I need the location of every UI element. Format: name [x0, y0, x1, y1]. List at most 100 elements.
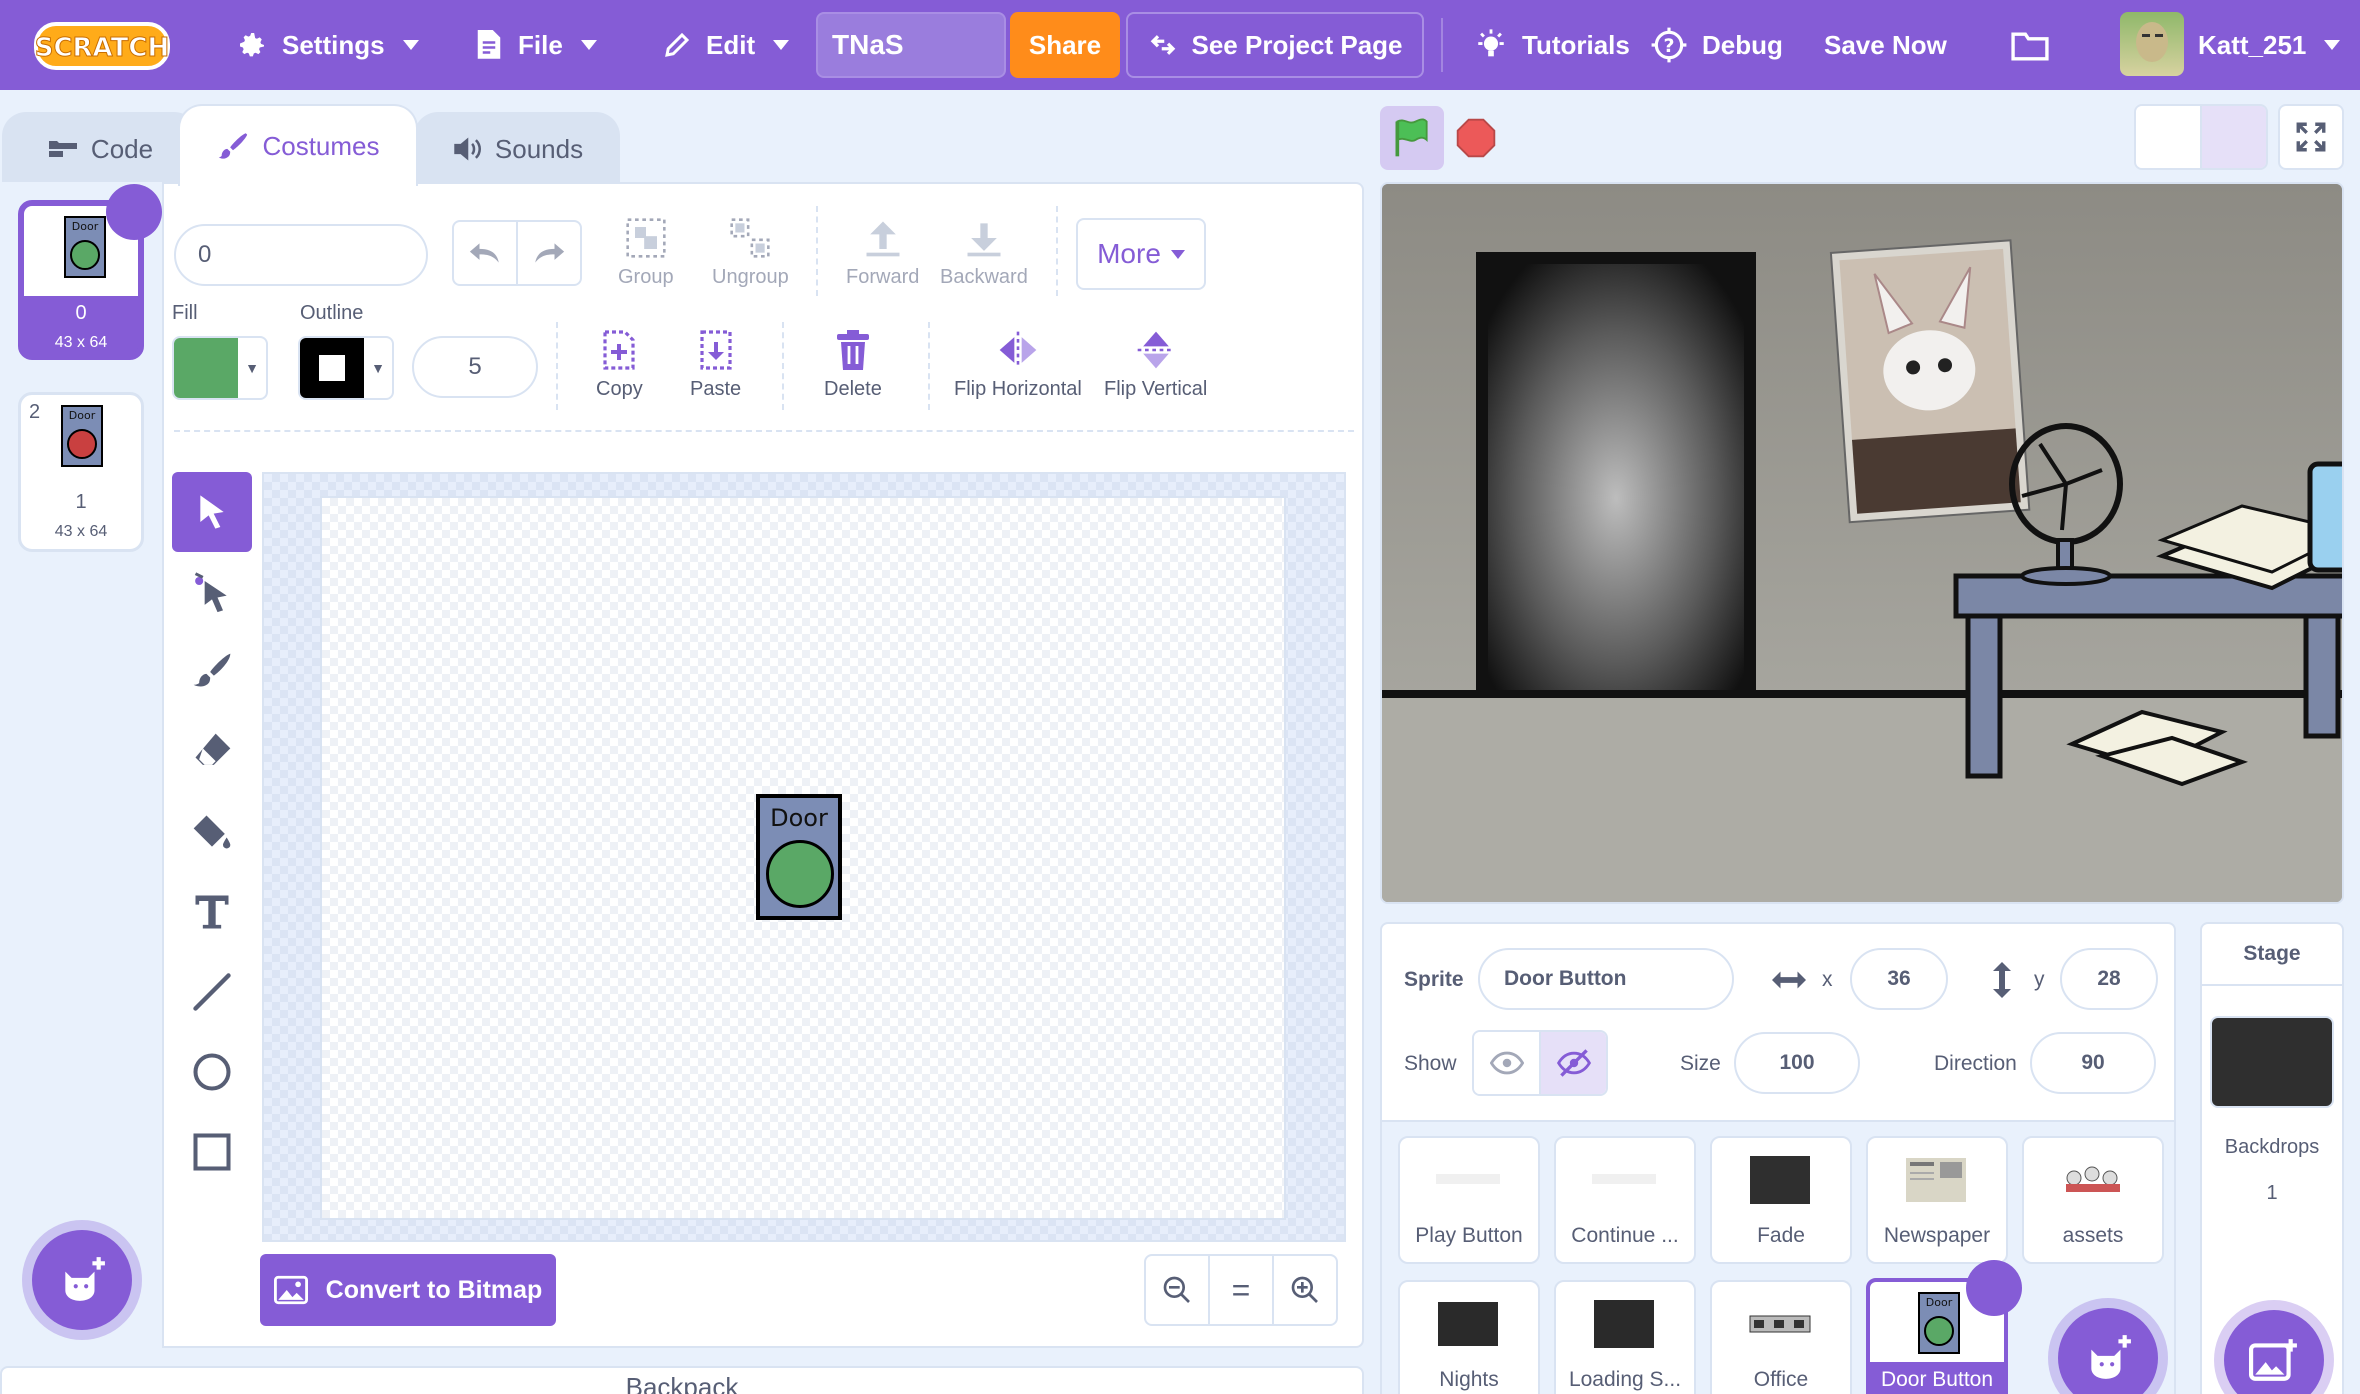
save-now-button[interactable]: Save Now: [1824, 0, 1947, 90]
text-icon: [195, 895, 229, 929]
fill-color-picker[interactable]: ▼: [172, 336, 268, 400]
forward-button[interactable]: Forward: [846, 216, 919, 289]
brush-tool[interactable]: [172, 632, 252, 712]
fullscreen-icon: [2296, 122, 2326, 152]
text-tool[interactable]: [172, 872, 252, 952]
outline-width-input[interactable]: 5: [412, 336, 538, 398]
copy-button[interactable]: Copy: [596, 328, 643, 401]
chevron-down-icon: ▼: [371, 360, 385, 376]
zoom-out-button[interactable]: [1146, 1256, 1208, 1324]
flip-vertical-button[interactable]: Flip Vertical: [1104, 328, 1207, 401]
outline-color-picker[interactable]: ▼: [298, 336, 394, 400]
share-button[interactable]: Share: [1010, 12, 1120, 78]
chevron-down-icon: [2324, 40, 2341, 50]
sprite-tile-loading-screen[interactable]: Loading S...: [1554, 1280, 1696, 1394]
show-hidden-button[interactable]: [1539, 1032, 1606, 1094]
direction-input[interactable]: 90: [2030, 1032, 2156, 1094]
redo-button[interactable]: [516, 222, 580, 284]
tab-costumes-label: Costumes: [262, 130, 380, 161]
x-input[interactable]: 36: [1850, 948, 1948, 1010]
sprite-tile-assets[interactable]: assets: [2022, 1136, 2164, 1264]
cat-add-icon: [65, 1257, 105, 1301]
add-backdrop-button[interactable]: [2224, 1310, 2324, 1394]
toolbar-divider: [782, 322, 784, 410]
sprite-tile-fade[interactable]: Fade: [1710, 1136, 1852, 1264]
avatar[interactable]: [2120, 12, 2184, 76]
eraser-icon: [195, 733, 231, 765]
delete-button[interactable]: Delete: [824, 328, 882, 401]
reshape-tool[interactable]: [172, 552, 252, 632]
small-stage-button[interactable]: [2136, 106, 2200, 168]
see-project-page-button[interactable]: See Project Page: [1126, 12, 1424, 78]
size-input[interactable]: 100: [1734, 1032, 1860, 1094]
show-visible-button[interactable]: [1474, 1032, 1539, 1094]
debug-button[interactable]: ? Debug: [1650, 0, 1783, 90]
edit-menu[interactable]: Edit: [662, 0, 790, 90]
sprite-tile-continue[interactable]: Continue ...: [1554, 1136, 1696, 1264]
paint-canvas[interactable]: Door: [320, 496, 1286, 1220]
undo-button[interactable]: [454, 222, 516, 284]
line-tool[interactable]: [172, 952, 252, 1032]
delete-costume-button[interactable]: [106, 184, 162, 240]
costume-number: 1: [32, 212, 44, 234]
sprite-tile-office[interactable]: Office: [1710, 1280, 1852, 1394]
project-title-input[interactable]: TNaS: [816, 12, 1006, 78]
door-button-drawing[interactable]: Door: [756, 794, 842, 920]
file-icon: [477, 30, 501, 59]
my-stuff-button[interactable]: [2010, 0, 2050, 90]
paint-canvas-area[interactable]: Door: [262, 472, 1346, 1242]
tab-sounds-label: Sounds: [494, 133, 584, 164]
rectangle-tool[interactable]: [172, 1112, 252, 1192]
backpack-header[interactable]: Backpack: [0, 1366, 1364, 1394]
door-button-thumbnail: Door: [64, 216, 106, 278]
stage-target-pane[interactable]: Stage Backdrops 1: [2200, 922, 2344, 1394]
y-input[interactable]: 28: [2060, 948, 2158, 1010]
tab-code[interactable]: Code: [2, 112, 198, 184]
green-flag-button[interactable]: [1380, 106, 1444, 170]
sprite-tile-play-button[interactable]: Play Button: [1398, 1136, 1540, 1264]
sprite-tile-newspaper[interactable]: Newspaper: [1866, 1136, 2008, 1264]
tutorials-button[interactable]: Tutorials: [1474, 0, 1630, 90]
stage-thumbnail[interactable]: [2210, 1016, 2334, 1108]
more-button[interactable]: More: [1076, 218, 1206, 290]
circle-tool[interactable]: [172, 1032, 252, 1112]
costume-item-1[interactable]: Door 2 1 43 x 64: [18, 392, 144, 552]
sprite-thumbnail: [2066, 1166, 2120, 1192]
sprite-name-input[interactable]: Door Button: [1478, 948, 1734, 1010]
size-label: Size: [1680, 1052, 1721, 1075]
file-menu[interactable]: File: [474, 0, 597, 90]
ungroup-icon: [730, 218, 770, 258]
fullscreen-button[interactable]: [2278, 104, 2344, 170]
door-button-thumbnail: Door: [61, 405, 103, 467]
sprite-thumbnail: [1438, 1302, 1498, 1346]
costume-list: Door 1 0 43 x 64 Door 2 1 43 x 64: [0, 182, 164, 1348]
stop-button[interactable]: [1444, 106, 1508, 170]
stage-canvas[interactable]: [1380, 182, 2344, 904]
zoom-reset-button[interactable]: =: [1208, 1256, 1272, 1324]
eraser-tool[interactable]: [172, 712, 252, 792]
add-sprite-button[interactable]: [2058, 1308, 2158, 1394]
tab-sounds[interactable]: Sounds: [414, 112, 620, 184]
fill-tool[interactable]: [172, 792, 252, 872]
zoom-in-button[interactable]: [1272, 1256, 1336, 1324]
toolbar-divider: [816, 206, 818, 296]
select-tool[interactable]: [172, 472, 252, 552]
sprite-tile-nights[interactable]: Nights: [1398, 1280, 1540, 1394]
delete-sprite-button[interactable]: [1966, 1260, 2022, 1316]
convert-to-bitmap-button[interactable]: Convert to Bitmap: [260, 1254, 556, 1326]
add-costume-button[interactable]: [32, 1230, 132, 1330]
normal-stage-button[interactable]: [2200, 106, 2266, 168]
stage-scene: [1382, 184, 2342, 902]
paste-button[interactable]: Paste: [690, 328, 741, 401]
tab-costumes[interactable]: Costumes: [178, 104, 418, 186]
scratch-logo[interactable]: SCRATCH: [34, 18, 170, 74]
flip-horizontal-button[interactable]: Flip Horizontal: [954, 328, 1082, 401]
account-menu[interactable]: Katt_251: [2198, 0, 2341, 90]
fill-color-swatch: [174, 338, 238, 398]
group-button[interactable]: Group: [618, 216, 674, 289]
lightbulb-icon: [1478, 29, 1504, 57]
backward-button[interactable]: Backward: [940, 216, 1028, 289]
settings-menu[interactable]: Settings: [236, 0, 419, 90]
costume-name-input[interactable]: 0: [174, 224, 428, 286]
ungroup-button[interactable]: Ungroup: [712, 216, 789, 289]
